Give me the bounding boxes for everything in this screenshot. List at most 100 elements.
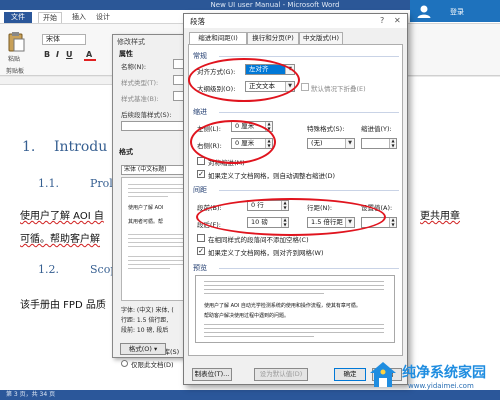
format-section: 格式 — [119, 148, 133, 156]
spinner-icon[interactable]: ▲ ▼ — [281, 200, 288, 210]
chevron-down-icon: ▼ — [345, 218, 354, 227]
tab-file[interactable]: 文件 — [4, 12, 32, 23]
heading2-number: 1.1. — [38, 177, 59, 190]
format-button[interactable]: 格式(O) ▾ — [120, 343, 166, 355]
style-desc-line3: 段前: 10 磅, 段后 — [121, 327, 169, 334]
watermark-name: 纯净系统家园 — [402, 365, 486, 381]
properties-section: 属性 — [119, 50, 133, 58]
spinner-icon[interactable]: ▲ ▼ — [389, 138, 396, 148]
body-line-3: 该手册由 FPD 品质 — [20, 300, 106, 311]
tabs-button[interactable]: 制表位(T)... — [192, 368, 232, 381]
heading1-number: 1. — [22, 139, 36, 155]
auto-adjust-right-indent-checkbox[interactable]: ✓ — [197, 170, 205, 178]
set-default-button[interactable]: 设为默认值(D) — [254, 368, 308, 381]
clipboard-group-label: 剪贴板 — [6, 68, 25, 75]
space-before-value: 0 行 — [251, 201, 264, 209]
space-before-input[interactable]: 0 行 ▲ ▼ — [247, 200, 289, 211]
left-indent-input[interactable]: 0 厘米 ▲ ▼ — [231, 121, 273, 132]
mirror-indents-label: 对称缩进(M) — [208, 159, 245, 167]
body-line-2: 可循。帮助客户解 — [20, 230, 100, 245]
spacing-at-input[interactable]: ▲ ▼ — [361, 217, 397, 228]
indent-by-label: 缩进值(Y): — [361, 125, 392, 133]
no-space-same-style-checkbox[interactable] — [197, 234, 205, 242]
preview-divider — [219, 268, 399, 269]
preview-text-line1: 使用户了解 AOI 自动光学检测系统的使用和操作流程，使其有章可循。 — [204, 303, 361, 309]
this-document-radio[interactable] — [121, 360, 128, 367]
line-spacing-label: 行距(N): — [307, 204, 333, 212]
indents-spacing-panel: 常规 对齐方式(G): 左对齐 ▼ 大纲级别(O): 正文文本 ▼ 默认情况下折… — [188, 44, 403, 356]
left-indent-label: 左侧(L): — [197, 125, 221, 133]
preview-text-line2: 帮助客户解决使用过程中遇到的问题。 — [204, 313, 290, 319]
line-spacing-select[interactable]: 1.5 倍行距 ▼ — [307, 217, 355, 228]
body-line-2-text: 可循。帮助客户解 — [20, 234, 100, 245]
right-indent-value: 0 厘米 — [235, 139, 255, 147]
mirror-indents-checkbox[interactable] — [197, 157, 205, 165]
close-icon[interactable]: ✕ — [394, 16, 401, 25]
user-icon — [417, 5, 431, 18]
ok-button[interactable]: 确定 — [334, 368, 366, 381]
italic-button[interactable]: I — [56, 50, 59, 59]
special-indent-value: (无) — [311, 139, 323, 147]
indent-by-input[interactable]: ▲ ▼ — [361, 138, 397, 149]
body-line-1-right: 更共用章 — [420, 207, 460, 222]
tab-insert[interactable]: 插入 — [72, 12, 86, 23]
help-icon[interactable]: ? — [380, 16, 384, 25]
style-desc-line2: 行距: 1.5 倍行距, — [121, 317, 169, 324]
next-style-label: 后续段落样式(S): — [121, 111, 172, 119]
signin-area[interactable]: 登录 — [410, 0, 500, 22]
alignment-select[interactable]: 左对齐 ▼ — [245, 64, 295, 75]
watermark: 纯净系统家园 www.yidaimei.com — [368, 354, 500, 398]
space-before-label: 段前(B): — [197, 204, 222, 212]
style-font-select[interactable]: 宋体 (中文标题) — [121, 165, 187, 175]
ruler — [0, 77, 112, 85]
this-document-label: 仅限此文档(D) — [131, 361, 174, 369]
general-divider — [219, 56, 399, 57]
outline-level-select[interactable]: 正文文本 ▼ — [245, 81, 295, 92]
snap-to-grid-label: 如果定义了文档网格，则对齐到网格(W) — [208, 249, 324, 257]
tab-design[interactable]: 设计 — [96, 12, 110, 23]
outline-level-label: 大纲级别(O): — [197, 85, 236, 93]
snap-to-grid-checkbox[interactable]: ✓ — [197, 247, 205, 255]
left-indent-value: 0 厘米 — [235, 122, 255, 130]
underline-button[interactable]: U — [66, 50, 73, 59]
spinner-icon[interactable]: ▲ ▼ — [281, 217, 288, 227]
indent-section-title: 缩进 — [193, 108, 207, 116]
alignment-label: 对齐方式(G): — [197, 68, 236, 76]
outline-level-value: 正文文本 — [249, 82, 275, 90]
alignment-value: 左对齐 — [249, 65, 269, 73]
space-after-label: 段后(F): — [197, 221, 222, 229]
spacing-section-title: 间距 — [193, 186, 207, 194]
right-indent-input[interactable]: 0 厘米 ▲ ▼ — [231, 138, 273, 149]
general-section-title: 常规 — [193, 52, 207, 60]
signin-label: 登录 — [450, 8, 464, 16]
style-preview-line2: 其用者可循。帮 — [128, 219, 164, 225]
paragraph-title: 段落 — [190, 17, 205, 26]
spinner-icon[interactable]: ▲ ▼ — [265, 138, 272, 148]
font-name-box[interactable]: 宋体 — [42, 34, 86, 45]
modify-style-dialog: 修改样式 属性 名称(N): 样式类型(T): 样式基准(B): 后续段落样式(… — [112, 34, 191, 369]
spinner-icon[interactable]: ▲ ▼ — [389, 217, 396, 227]
paste-icon[interactable] — [6, 30, 26, 54]
next-style-select[interactable] — [121, 121, 189, 131]
collapse-default-checkbox[interactable] — [301, 83, 309, 91]
bold-button[interactable]: B — [44, 50, 50, 59]
font-color-icon[interactable]: A — [84, 50, 96, 61]
body-line-1-text: 使用户了解 AOI 自 — [20, 211, 104, 222]
heading2-text: Prol — [90, 177, 113, 190]
style-preview-line1: 使用户了解 AOI — [128, 205, 164, 211]
collapse-default-label: 默认情况下折叠(E) — [311, 85, 366, 93]
space-after-input[interactable]: 10 磅 ▲ ▼ — [247, 217, 289, 228]
right-indent-label: 右侧(R): — [197, 142, 222, 150]
spinner-icon[interactable]: ▲ ▼ — [265, 121, 272, 131]
body-line-1: 使用户了解 AOI 自 — [20, 207, 104, 222]
style-desc-line1: 字体: (中文) 宋体, ( — [121, 307, 174, 314]
line-spacing-value: 1.5 倍行距 — [311, 218, 343, 226]
chevron-down-icon: ▼ — [285, 65, 294, 74]
spacing-at-label: 设置值(A): — [361, 204, 393, 212]
auto-adjust-right-indent-label: 如果定义了文档网格，则自动调整右缩进(D) — [208, 172, 336, 180]
special-indent-select[interactable]: (无) ▼ — [307, 138, 355, 149]
tab-home[interactable]: 开始 — [38, 12, 62, 23]
based-on-label: 样式基准(B): — [121, 95, 159, 103]
modify-style-title: 修改样式 — [117, 38, 145, 46]
heading1-text: Introdu — [54, 139, 108, 155]
